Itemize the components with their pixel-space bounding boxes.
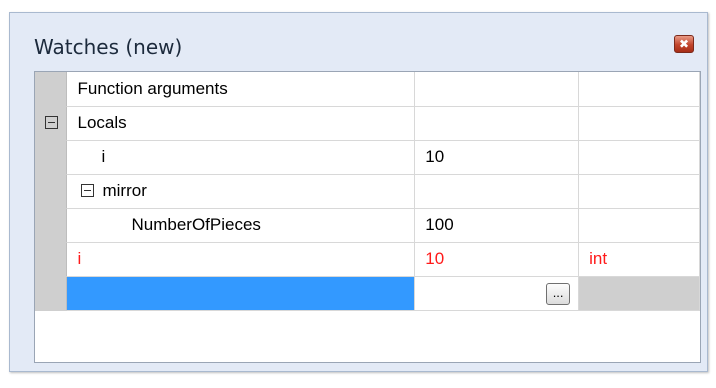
new-watch-type-cell (578, 276, 700, 311)
watch-value-cell[interactable] (414, 72, 580, 107)
watch-name: Function arguments (77, 78, 228, 98)
watch-value: 10 (425, 249, 445, 268)
close-icon: ✖ (678, 37, 690, 51)
new-watch-row[interactable]: ... (35, 276, 700, 311)
watch-name-cell[interactable]: i (66, 242, 416, 277)
watch-name-cell[interactable]: mirror (66, 174, 416, 209)
watch-type-cell: int (578, 242, 700, 277)
watch-row-local-i[interactable]: i 10 (35, 140, 700, 175)
watch-row-locals[interactable]: Locals (35, 106, 700, 141)
collapse-minus-icon[interactable] (45, 116, 58, 129)
watch-name: mirror (102, 181, 147, 200)
title-bar[interactable]: Watches (new) ✖ (10, 13, 707, 71)
watch-type: int (589, 249, 608, 268)
row-gutter (35, 106, 68, 141)
watch-row-number-of-pieces[interactable]: NumberOfPieces 100 (35, 208, 700, 243)
collapse-minus-icon[interactable] (81, 184, 95, 197)
watch-name: i (77, 249, 82, 268)
window-title: Watches (new) (34, 35, 183, 59)
new-watch-name-input[interactable] (66, 276, 416, 311)
watch-value-cell[interactable] (414, 174, 580, 209)
close-button[interactable]: ✖ (674, 35, 694, 53)
row-gutter (35, 72, 68, 107)
watch-name-cell[interactable]: i (66, 140, 416, 175)
row-gutter (35, 242, 68, 277)
row-gutter (35, 140, 68, 175)
watch-value-cell[interactable]: 100 (414, 208, 580, 243)
watch-type-cell (578, 106, 700, 141)
watch-name-cell[interactable]: Function arguments (66, 72, 416, 107)
watch-value-cell[interactable]: 10 (414, 140, 580, 175)
row-gutter (35, 276, 68, 311)
watch-value: 100 (425, 215, 454, 234)
watch-type-cell (578, 72, 700, 107)
watch-name-cell[interactable]: NumberOfPieces (66, 208, 416, 243)
watch-row-function-arguments[interactable]: Function arguments (35, 72, 700, 107)
watch-grid-panel: Function arguments Locals i 10 mirror Nu… (34, 71, 701, 363)
watch-value: 10 (425, 147, 445, 166)
watch-type-cell (578, 174, 700, 209)
watch-type-cell (578, 140, 700, 175)
watch-value-cell[interactable] (414, 106, 580, 141)
watch-name: NumberOfPieces (131, 215, 261, 234)
new-watch-value-cell[interactable]: ... (414, 276, 580, 311)
watches-window: Watches (new) ✖ Function arguments Local… (9, 12, 708, 372)
watch-grid: Function arguments Locals i 10 mirror Nu… (35, 72, 700, 311)
watch-type-cell (578, 208, 700, 243)
ellipsis-button[interactable]: ... (546, 282, 571, 305)
watch-name-cell[interactable]: Locals (66, 106, 416, 141)
row-gutter (35, 174, 68, 209)
row-gutter (35, 208, 68, 243)
watch-name: i (101, 147, 106, 166)
watch-name: Locals (77, 113, 127, 132)
watch-value-cell[interactable]: 10 (414, 242, 580, 277)
watch-row-i[interactable]: i 10 int (35, 242, 700, 277)
watch-row-mirror[interactable]: mirror (35, 174, 700, 209)
